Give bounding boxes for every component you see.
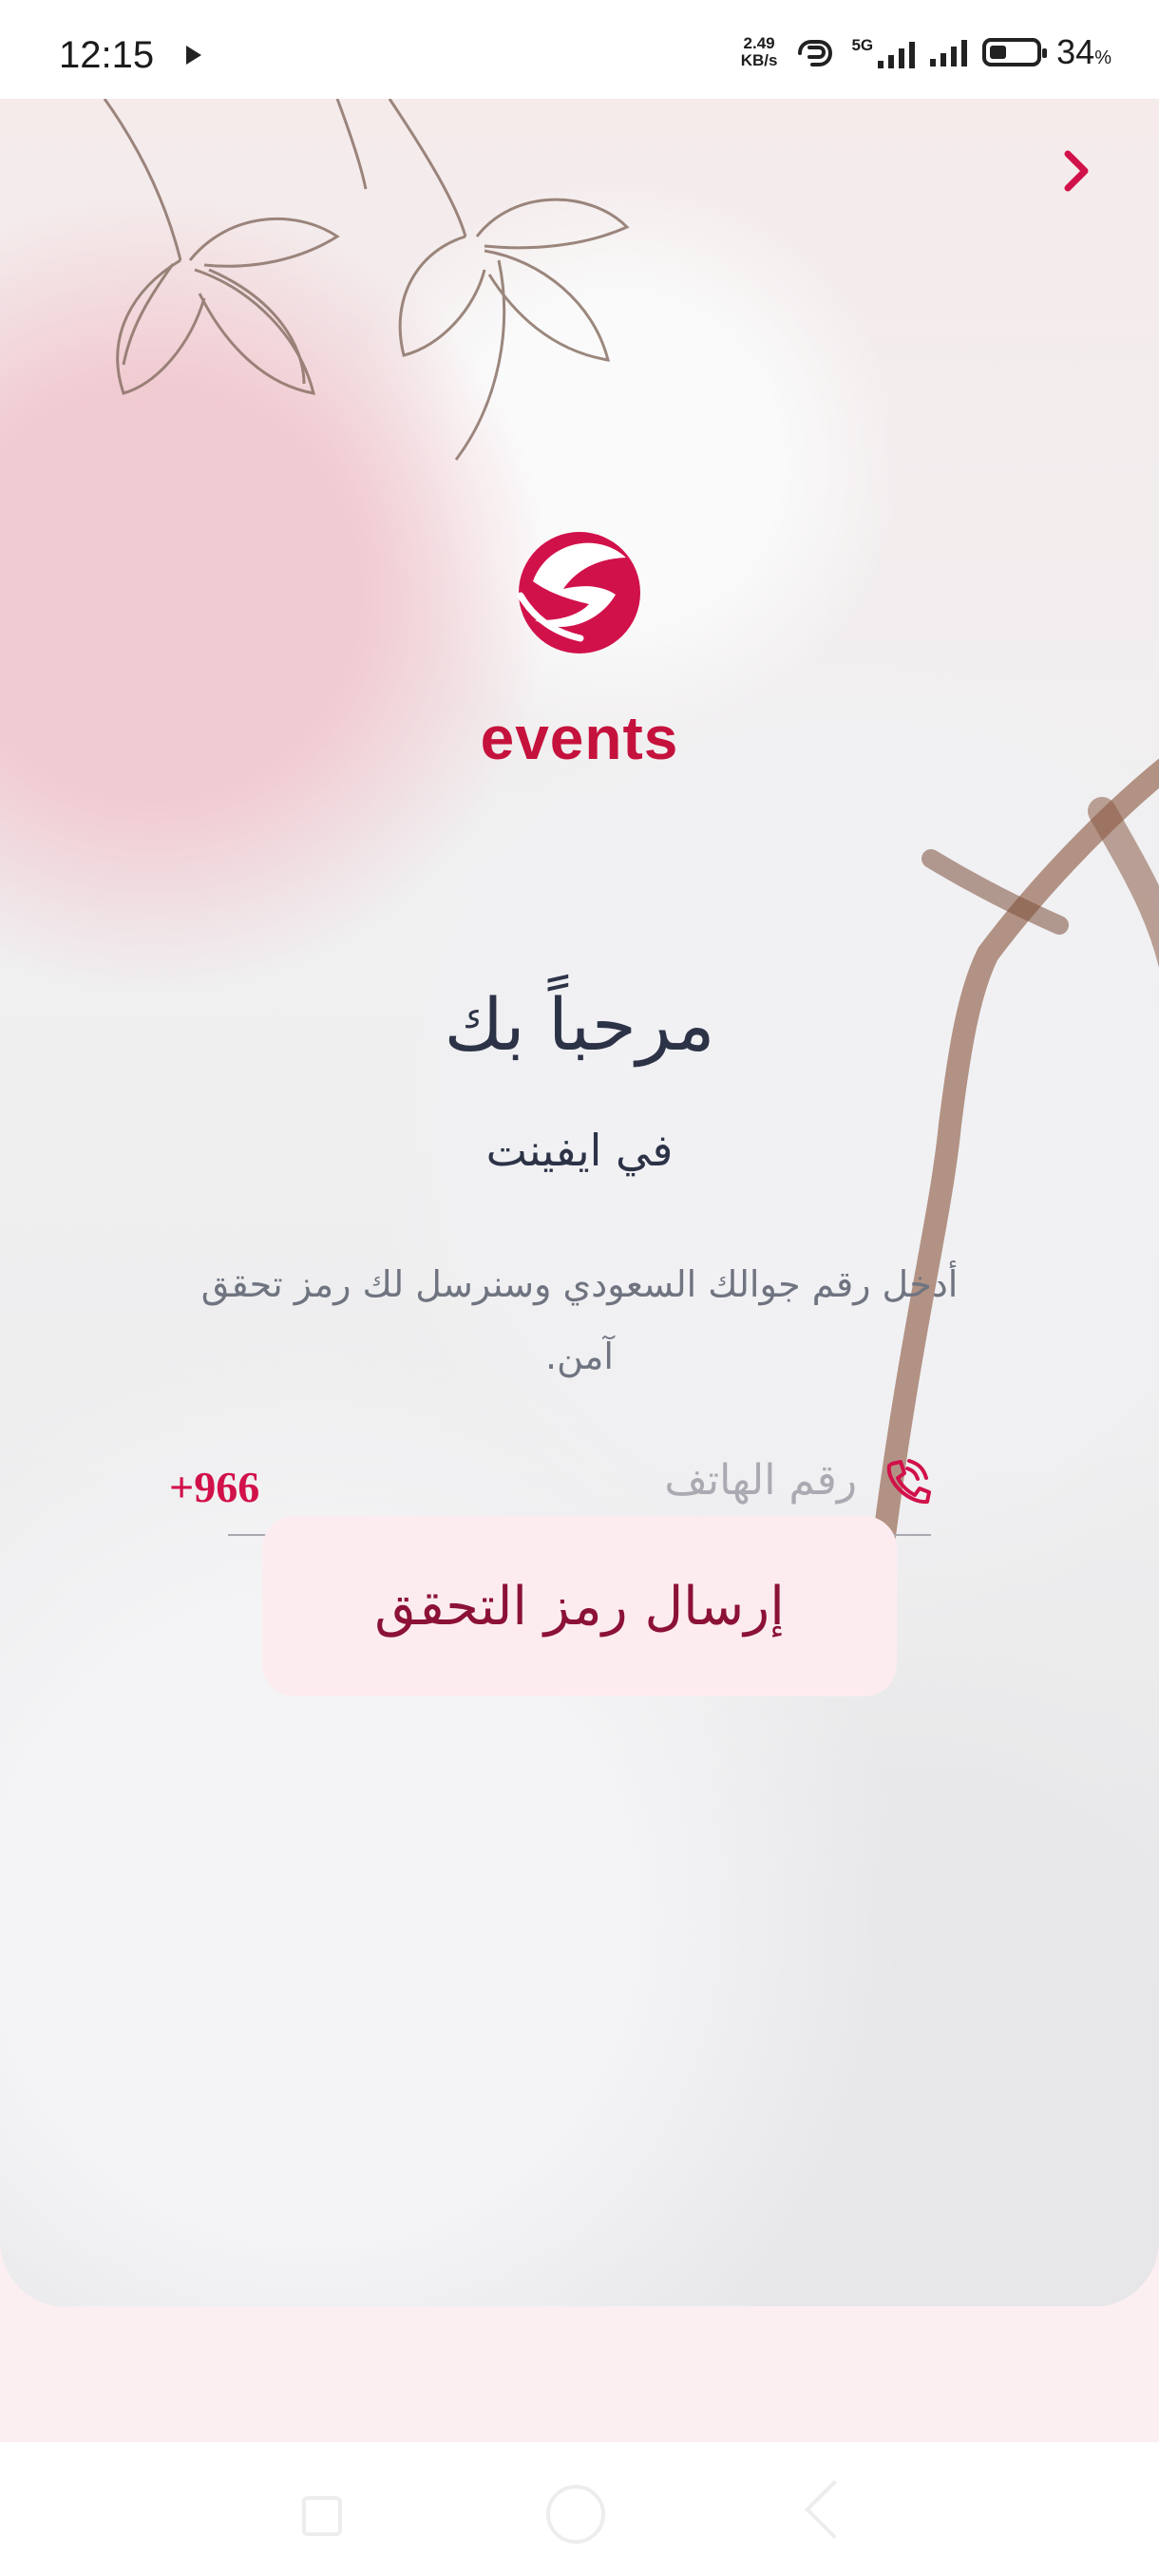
cell-signal-bars [878,40,916,68]
phone-number-input[interactable] [532,1452,859,1507]
second-signal-icon [930,38,968,66]
send-verification-code-button[interactable]: إرسال رمز التحقق [262,1516,897,1696]
bottom-background [0,2306,1159,2442]
network-speed: 2.49 KB/s [740,34,778,69]
chevron-right-icon [1064,150,1089,192]
welcome-title: مرحباً بك [444,982,715,1067]
battery-level [990,46,1007,59]
signal-5g-icon: 5G [851,36,916,68]
status-time: 12:15 [59,34,155,76]
country-code: +966 [169,1463,260,1511]
back-button[interactable] [1049,144,1102,198]
media-play-icon [186,46,201,65]
home-icon[interactable] [546,2485,605,2544]
battery-icon [982,38,1048,66]
status-indicators: 2.49 KB/s 5G 34% [741,32,1112,72]
battery-percentage: 34% [1056,32,1112,71]
hero-background: events مرحباً بك في ايفينت أدخل رقم جوال… [0,99,1159,2307]
status-bar: 12:15 2.49 KB/s 5G 34% [0,0,1159,99]
floral-decoration [103,99,630,461]
phone-icon [886,1459,931,1505]
events-logo-mark [517,532,640,653]
hotspot-icon [798,40,833,66]
brand-wordmark: events [480,704,679,772]
events-logo: events [451,479,708,773]
recent-apps-icon[interactable] [302,2496,342,2536]
phone-instruction: أدخل رقم جوالك السعودي وسنرسل لك رمز تحق… [200,1263,959,1377]
welcome-subtitle: في ايفينت [485,1125,674,1176]
